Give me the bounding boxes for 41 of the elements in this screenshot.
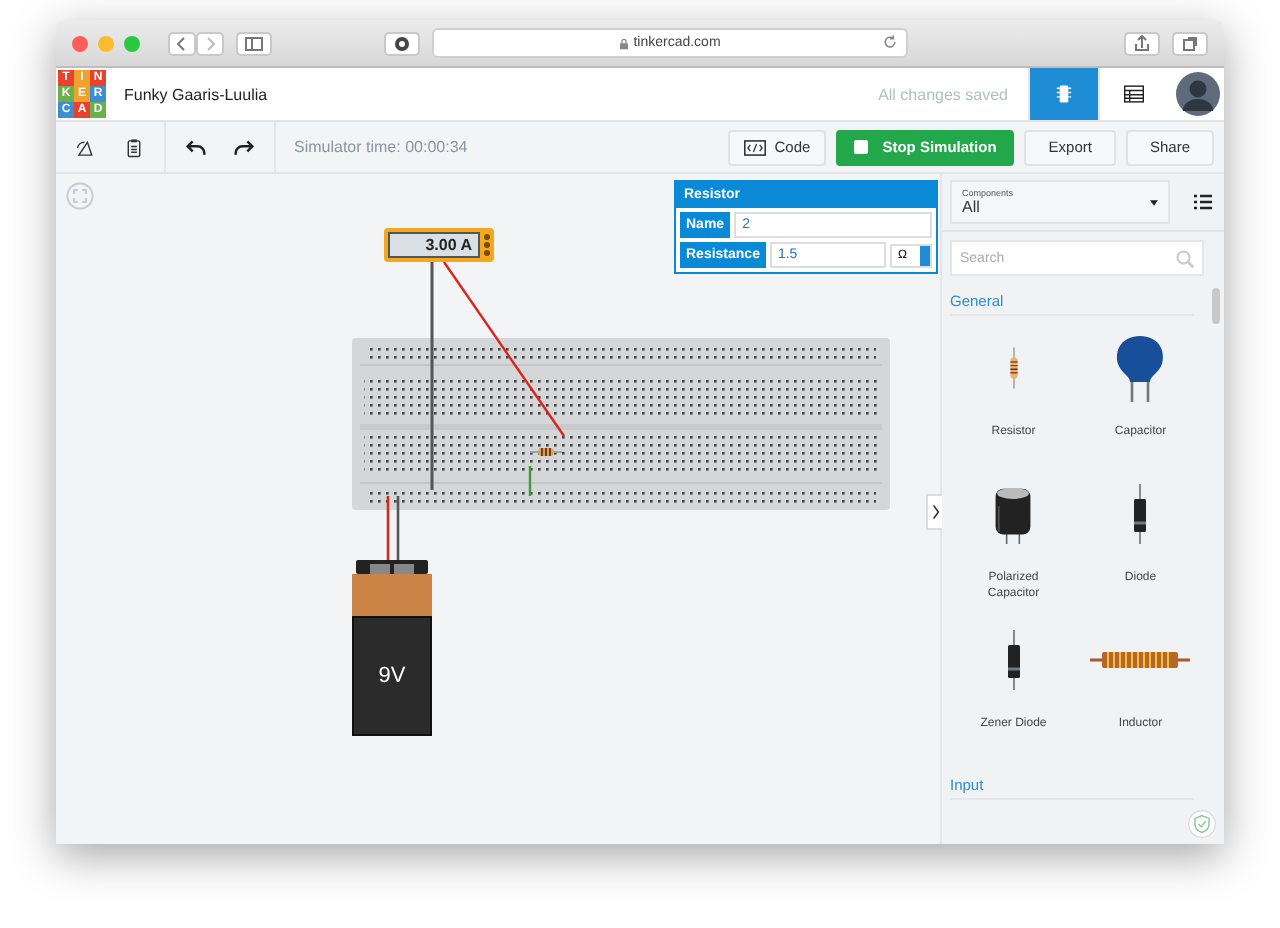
code-icon bbox=[744, 139, 767, 155]
sidebar-icon[interactable] bbox=[236, 31, 272, 55]
scrollbar[interactable] bbox=[1212, 288, 1220, 324]
battery-label: 9V bbox=[378, 664, 406, 688]
diode-icon[interactable] bbox=[1134, 480, 1147, 548]
wire[interactable] bbox=[443, 261, 565, 437]
dropdown-value: All bbox=[962, 198, 982, 216]
battery-body[interactable]: 9V bbox=[352, 616, 432, 736]
undo-icon[interactable] bbox=[186, 137, 206, 157]
lock-icon bbox=[619, 37, 628, 49]
resistor-icon[interactable] bbox=[1007, 344, 1020, 392]
collapse-panel-button[interactable] bbox=[926, 494, 942, 530]
search-icon bbox=[1176, 249, 1194, 267]
avatar-icon[interactable] bbox=[1176, 72, 1220, 116]
breadboard[interactable] bbox=[352, 338, 890, 510]
extension-icon[interactable] bbox=[384, 31, 420, 55]
simulator-time: Simulator time: 00:00:34 bbox=[294, 138, 468, 156]
resistor-drawing[interactable] bbox=[530, 446, 562, 458]
stop-icon bbox=[854, 140, 869, 154]
wire[interactable] bbox=[528, 466, 532, 496]
table-icon bbox=[1124, 84, 1144, 104]
chip-icon bbox=[1054, 84, 1074, 104]
reload-icon[interactable] bbox=[882, 34, 898, 50]
redo-icon[interactable] bbox=[234, 137, 254, 157]
rotate-icon[interactable] bbox=[76, 137, 96, 157]
tabs-icon[interactable] bbox=[1172, 31, 1208, 55]
multimeter[interactable]: 3.00 A bbox=[384, 228, 494, 262]
zener-diode-icon[interactable] bbox=[1007, 626, 1020, 694]
inductor-icon[interactable] bbox=[1090, 650, 1191, 670]
list-icon[interactable] bbox=[1194, 194, 1212, 210]
chevron-icon bbox=[931, 504, 939, 520]
capacitor-icon[interactable] bbox=[1114, 334, 1167, 402]
multimeter-reading: 3.00 A bbox=[388, 232, 480, 258]
back-icon[interactable] bbox=[168, 31, 196, 55]
battery-connector[interactable] bbox=[356, 560, 428, 574]
delete-icon[interactable] bbox=[124, 137, 144, 157]
project-title[interactable]: Funky Gaaris-Luulia bbox=[124, 85, 268, 103]
caret-icon bbox=[1150, 199, 1158, 205]
share-icon[interactable] bbox=[1124, 31, 1160, 55]
save-status: All changes saved bbox=[878, 85, 1008, 103]
circuit-view-button[interactable] bbox=[1028, 68, 1098, 120]
